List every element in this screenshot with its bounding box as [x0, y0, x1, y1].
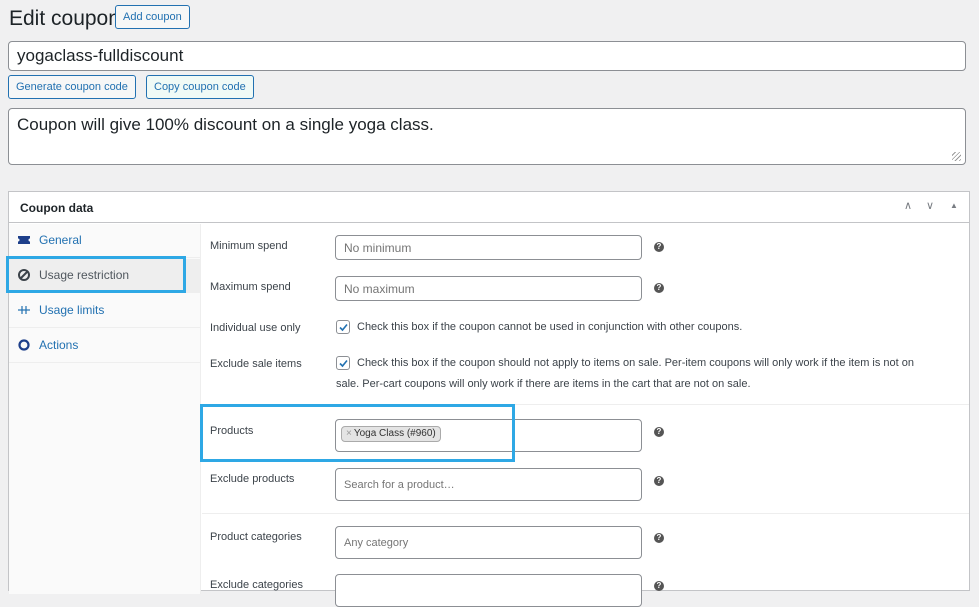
- help-icon[interactable]: ?: [654, 581, 664, 591]
- add-coupon-button[interactable]: Add coupon: [115, 5, 190, 29]
- exclude-categories-input[interactable]: [335, 574, 642, 607]
- exclude-sale-description-line1: Check this box if the coupon should not …: [357, 357, 915, 369]
- product-categories-label: Product categories: [210, 531, 302, 543]
- coupon-description-textarea[interactable]: Coupon will give 100% discount on a sing…: [8, 108, 966, 165]
- individual-use-label: Individual use only: [210, 322, 301, 334]
- coupon-data-panel: Coupon data ∧ ∨ ▲ General Usage restrict…: [8, 191, 970, 607]
- exclude-products-label: Exclude products: [210, 473, 295, 485]
- exclude-products-input[interactable]: [335, 468, 642, 501]
- help-icon[interactable]: ?: [654, 427, 664, 437]
- min-spend-input[interactable]: [335, 235, 642, 260]
- checkmark-icon: [339, 359, 348, 368]
- page-title: Edit coupon: [9, 7, 120, 30]
- exclude-categories-label: Exclude categories: [210, 579, 303, 591]
- tab-label: Actions: [39, 338, 79, 352]
- help-icon[interactable]: ?: [654, 242, 664, 252]
- help-icon[interactable]: ?: [654, 476, 664, 486]
- section-divider: [202, 513, 969, 514]
- tab-actions[interactable]: Actions: [9, 329, 200, 363]
- section-divider: [202, 404, 969, 405]
- tab-label: Usage restriction: [39, 268, 130, 282]
- exclude-sale-checkbox[interactable]: [336, 356, 350, 370]
- gear-icon: [17, 338, 31, 352]
- move-up-icon[interactable]: ∧: [904, 199, 912, 212]
- toggle-panel-icon[interactable]: ▲: [950, 201, 958, 210]
- checkmark-icon: [339, 323, 348, 332]
- individual-use-checkbox[interactable]: [336, 320, 350, 334]
- resize-handle[interactable]: [952, 152, 961, 161]
- exclude-sale-description-line2: sale. Per-cart coupons will only work if…: [336, 378, 751, 390]
- max-spend-input[interactable]: [335, 276, 642, 301]
- exclude-sale-label: Exclude sale items: [210, 358, 302, 370]
- help-icon[interactable]: ?: [654, 533, 664, 543]
- individual-use-description: Check this box if the coupon cannot be u…: [357, 321, 743, 333]
- panel-title: Coupon data: [20, 201, 94, 215]
- move-down-icon[interactable]: ∨: [926, 199, 934, 212]
- coupon-data-tabs: General Usage restriction Usage limits A…: [9, 224, 201, 594]
- tab-label: General: [39, 233, 82, 247]
- tab-usage-limits[interactable]: Usage limits: [9, 294, 200, 328]
- products-label: Products: [210, 425, 254, 437]
- help-icon[interactable]: ?: [654, 283, 664, 293]
- tab-general[interactable]: General: [9, 224, 200, 258]
- selected-product-name: Yoga Class (#960): [353, 428, 436, 439]
- generate-coupon-code-button[interactable]: Generate coupon code: [8, 75, 136, 99]
- panel-header: Coupon data ∧ ∨ ▲: [9, 192, 969, 223]
- remove-product-icon[interactable]: ×: [346, 428, 352, 439]
- max-spend-label: Maximum spend: [210, 281, 291, 293]
- coupon-description-text: Coupon will give 100% discount on a sing…: [17, 115, 434, 134]
- block-icon: [17, 268, 31, 282]
- min-spend-label: Minimum spend: [210, 240, 288, 252]
- tab-usage-restriction[interactable]: Usage restriction: [9, 259, 200, 293]
- coupon-code-input[interactable]: [8, 41, 966, 71]
- selected-product-tag: × Yoga Class (#960): [341, 426, 441, 442]
- tab-label: Usage limits: [39, 303, 105, 317]
- limits-icon: [17, 303, 31, 317]
- copy-coupon-code-button[interactable]: Copy coupon code: [146, 75, 254, 99]
- ticket-icon: [17, 233, 31, 247]
- product-categories-input[interactable]: [335, 526, 642, 559]
- products-select[interactable]: × Yoga Class (#960): [335, 419, 642, 452]
